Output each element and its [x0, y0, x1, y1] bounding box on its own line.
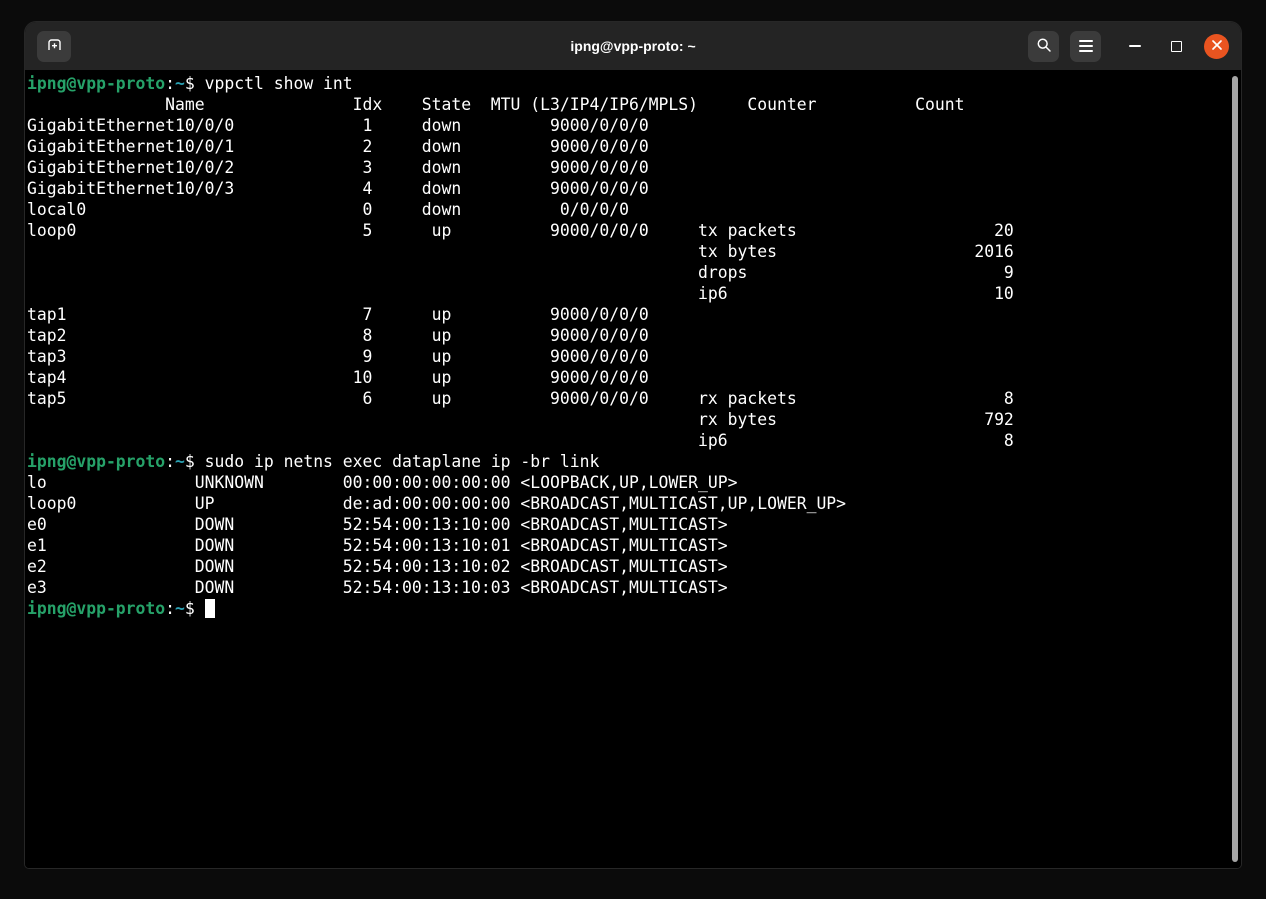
prompt-path: ~ — [175, 74, 185, 93]
close-button[interactable] — [1204, 34, 1229, 59]
terminal-text: loop0 UP de:ad:00:00:00:00 <BROADCAST,MU… — [27, 494, 846, 513]
terminal-line: tap1 7 up 9000/0/0/0 — [27, 304, 1241, 325]
terminal-text: tap5 6 up 9000/0/0/0 rx packets 8 — [27, 389, 1014, 408]
terminal-line: e3 DOWN 52:54:00:13:10:03 <BROADCAST,MUL… — [27, 577, 1241, 598]
maximize-icon — [1171, 41, 1182, 52]
terminal-line: GigabitEthernet10/0/2 3 down 9000/0/0/0 — [27, 157, 1241, 178]
prompt-user-host: ipng@vpp-proto — [27, 452, 165, 471]
terminal-text: e0 DOWN 52:54:00:13:10:00 <BROADCAST,MUL… — [27, 515, 728, 534]
terminal-text: Name Idx State MTU (L3/IP4/IP6/MPLS) Cou… — [27, 95, 964, 114]
terminal-line: lo UNKNOWN 00:00:00:00:00:00 <LOOPBACK,U… — [27, 472, 1241, 493]
terminal-line: tap2 8 up 9000/0/0/0 — [27, 325, 1241, 346]
terminal-line: e0 DOWN 52:54:00:13:10:00 <BROADCAST,MUL… — [27, 514, 1241, 535]
terminal-cursor — [205, 599, 215, 618]
scrollbar-thumb[interactable] — [1232, 76, 1238, 862]
new-tab-icon — [46, 36, 63, 56]
terminal-line: ipng@vpp-proto:~$ vppctl show int — [27, 73, 1241, 94]
terminal-text: $ vppctl show int — [185, 74, 353, 93]
terminal-text: tap3 9 up 9000/0/0/0 — [27, 347, 649, 366]
prompt-user-host: ipng@vpp-proto — [27, 599, 165, 618]
minimize-icon — [1129, 45, 1141, 47]
terminal-line: ip6 10 — [27, 283, 1241, 304]
terminal-line: e1 DOWN 52:54:00:13:10:01 <BROADCAST,MUL… — [27, 535, 1241, 556]
titlebar-controls — [1028, 31, 1229, 62]
maximize-button[interactable] — [1164, 34, 1188, 58]
terminal-text: : — [165, 74, 175, 93]
terminal-line: loop0 5 up 9000/0/0/0 tx packets 20 — [27, 220, 1241, 241]
terminal-line: tx bytes 2016 — [27, 241, 1241, 262]
terminal-text: lo UNKNOWN 00:00:00:00:00:00 <LOOPBACK,U… — [27, 473, 738, 492]
terminal-line: ipng@vpp-proto:~$ — [27, 598, 1241, 619]
terminal-line: GigabitEthernet10/0/1 2 down 9000/0/0/0 — [27, 136, 1241, 157]
menu-button[interactable] — [1070, 31, 1101, 62]
hamburger-menu-icon — [1079, 37, 1093, 55]
terminal-line: ipng@vpp-proto:~$ sudo ip netns exec dat… — [27, 451, 1241, 472]
prompt-user-host: ipng@vpp-proto — [27, 74, 165, 93]
terminal-line: tap5 6 up 9000/0/0/0 rx packets 8 — [27, 388, 1241, 409]
terminal-text: GigabitEthernet10/0/1 2 down 9000/0/0/0 — [27, 137, 649, 156]
new-tab-button[interactable] — [37, 31, 71, 62]
terminal-text: e3 DOWN 52:54:00:13:10:03 <BROADCAST,MUL… — [27, 578, 728, 597]
terminal-text: tx bytes 2016 — [27, 242, 1014, 261]
terminal-text: ip6 8 — [27, 431, 1014, 450]
terminal-line: local0 0 down 0/0/0/0 — [27, 199, 1241, 220]
terminal-line: GigabitEthernet10/0/0 1 down 9000/0/0/0 — [27, 115, 1241, 136]
search-icon — [1036, 37, 1052, 56]
terminal-line: GigabitEthernet10/0/3 4 down 9000/0/0/0 — [27, 178, 1241, 199]
terminal-text: local0 0 down 0/0/0/0 — [27, 200, 629, 219]
terminal-line: drops 9 — [27, 262, 1241, 283]
terminal-text: rx bytes 792 — [27, 410, 1014, 429]
terminal-text: e2 DOWN 52:54:00:13:10:02 <BROADCAST,MUL… — [27, 557, 728, 576]
titlebar[interactable]: ipng@vpp-proto: ~ — [25, 22, 1241, 70]
terminal-text: : — [165, 452, 175, 471]
terminal-line: rx bytes 792 — [27, 409, 1241, 430]
terminal-line: tap3 9 up 9000/0/0/0 — [27, 346, 1241, 367]
terminal-text: : — [165, 599, 175, 618]
terminal-text: ip6 10 — [27, 284, 1014, 303]
terminal-text: tap2 8 up 9000/0/0/0 — [27, 326, 649, 345]
terminal-line: e2 DOWN 52:54:00:13:10:02 <BROADCAST,MUL… — [27, 556, 1241, 577]
minimize-button[interactable] — [1123, 34, 1147, 58]
terminal-text: loop0 5 up 9000/0/0/0 tx packets 20 — [27, 221, 1014, 240]
terminal-line: ip6 8 — [27, 430, 1241, 451]
terminal-text: GigabitEthernet10/0/0 1 down 9000/0/0/0 — [27, 116, 649, 135]
prompt-path: ~ — [175, 452, 185, 471]
search-button[interactable] — [1028, 31, 1059, 62]
prompt-path: ~ — [175, 599, 185, 618]
terminal-text: e1 DOWN 52:54:00:13:10:01 <BROADCAST,MUL… — [27, 536, 728, 555]
terminal-line: tap4 10 up 9000/0/0/0 — [27, 367, 1241, 388]
terminal-text: tap4 10 up 9000/0/0/0 — [27, 368, 649, 387]
close-icon — [1211, 39, 1223, 54]
terminal-output[interactable]: ipng@vpp-proto:~$ vppctl show int Name I… — [25, 70, 1241, 868]
terminal-text: $ — [185, 599, 205, 618]
terminal-text: tap1 7 up 9000/0/0/0 — [27, 305, 649, 324]
terminal-text: drops 9 — [27, 263, 1014, 282]
terminal-text: $ sudo ip netns exec dataplane ip -br li… — [185, 452, 599, 471]
terminal-window: ipng@vpp-proto: ~ — [25, 22, 1241, 868]
terminal-line: loop0 UP de:ad:00:00:00:00 <BROADCAST,MU… — [27, 493, 1241, 514]
terminal-line: Name Idx State MTU (L3/IP4/IP6/MPLS) Cou… — [27, 94, 1241, 115]
terminal-text: GigabitEthernet10/0/3 4 down 9000/0/0/0 — [27, 179, 649, 198]
terminal-text: GigabitEthernet10/0/2 3 down 9000/0/0/0 — [27, 158, 649, 177]
